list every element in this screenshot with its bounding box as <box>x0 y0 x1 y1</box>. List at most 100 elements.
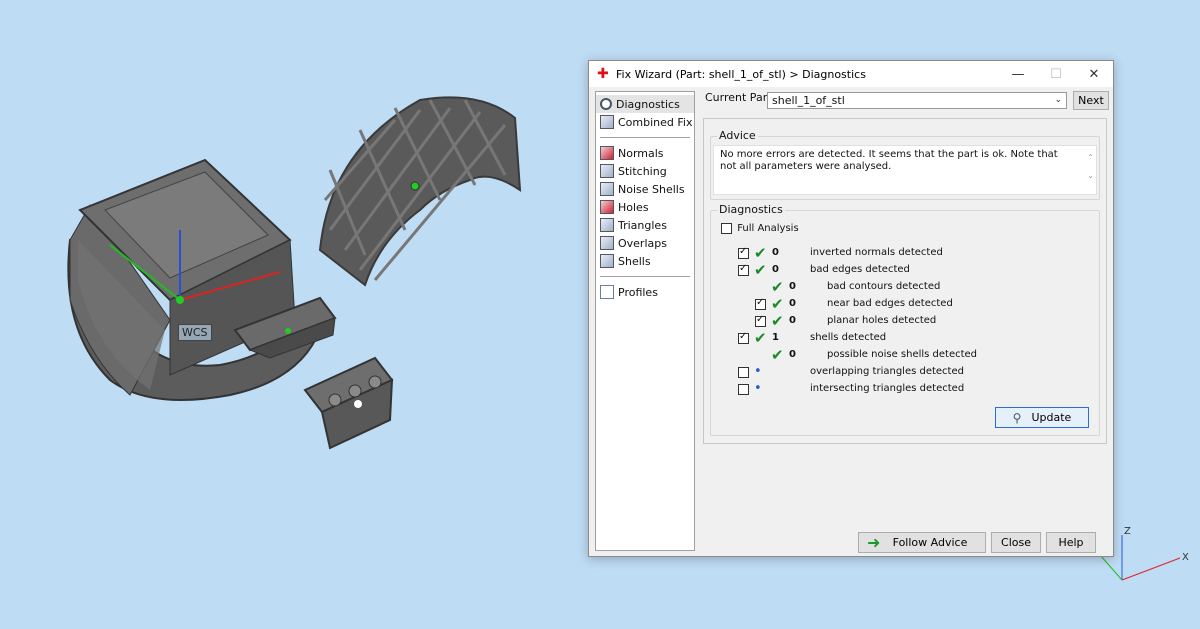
full-analysis-checkbox[interactable] <box>721 223 732 234</box>
fix-wizard-dialog: ✚ Fix Wizard (Part: shell_1_of_stl) > Di… <box>588 60 1114 557</box>
sidebar-item-overlaps[interactable]: Overlaps <box>596 234 694 252</box>
close-window-button[interactable]: ✕ <box>1075 61 1113 87</box>
red-cross-icon: ✚ <box>597 66 609 82</box>
diagnostic-checkbox[interactable] <box>738 331 749 344</box>
sidebar-item-triangles[interactable]: Triangles <box>596 216 694 234</box>
sidebar-item-profiles[interactable]: Profiles <box>596 283 694 301</box>
diagnostic-row: ✔ 0 bad edges detected <box>711 261 1101 279</box>
advice-title: Advice <box>717 129 758 142</box>
setting-block-part <box>303 356 394 450</box>
diagnostics-panel: Advice No more errors are detected. It s… <box>703 118 1107 444</box>
cube-icon <box>600 182 614 196</box>
follow-advice-label: Follow Advice <box>892 536 968 549</box>
diagnostic-label: bad edges detected <box>810 264 910 275</box>
advice-group: Advice No more errors are detected. It s… <box>710 129 1100 200</box>
check-icon: ✔ <box>754 261 767 279</box>
advice-text-box[interactable]: No more errors are detected. It seems th… <box>713 145 1097 195</box>
diagnostic-label: bad contours detected <box>827 281 941 292</box>
advice-text: No more errors are detected. It seems th… <box>720 149 1058 172</box>
wizard-sidebar: Diagnostics Combined Fix Normals Stitchi… <box>595 91 695 551</box>
sidebar-item-label: Holes <box>618 200 649 214</box>
diagnostic-checkbox[interactable] <box>738 384 749 395</box>
sidebar-item-label: Diagnostics <box>616 97 680 111</box>
diagnostic-count: 0 <box>772 264 779 275</box>
diagnostic-row: ✔ 0 inverted normals detected <box>711 244 1101 262</box>
x-axis-label: X <box>1182 552 1189 563</box>
diagnostic-label: planar holes detected <box>827 315 937 326</box>
signet-ring-part <box>67 158 322 401</box>
diagnostic-count: 0 <box>789 349 796 360</box>
sidebar-item-combined-fix[interactable]: Combined Fix <box>596 113 694 131</box>
sidebar-item-label: Stitching <box>618 164 667 178</box>
sidebar-item-label: Shells <box>618 254 651 268</box>
sidebar-item-label: Triangles <box>618 218 667 232</box>
sidebar-item-diagnostics[interactable]: Diagnostics <box>596 95 694 113</box>
diagnostic-row: ✔ 0 possible noise shells detected <box>711 346 1101 364</box>
full-analysis-option[interactable]: Full Analysis <box>721 223 799 235</box>
sidebar-item-label: Noise Shells <box>618 182 685 196</box>
diagnostics-title: Diagnostics <box>717 203 785 216</box>
search-icon: ⚲ <box>1012 410 1022 425</box>
cube-icon <box>600 218 614 232</box>
diagnostic-checkbox[interactable] <box>738 246 749 259</box>
sidebar-item-label: Profiles <box>618 285 658 299</box>
sidebar-item-holes[interactable]: Holes <box>596 198 694 216</box>
check-icon: ✔ <box>754 329 767 347</box>
maximize-button[interactable]: ☐ <box>1037 61 1075 87</box>
diagnostic-row: ✔ 0 planar holes detected <box>711 312 1101 330</box>
diagnostic-count: 0 <box>789 315 796 326</box>
diagnostic-label: intersecting triangles detected <box>810 383 965 394</box>
z-axis-label: Z <box>1124 526 1131 537</box>
sidebar-item-stitching[interactable]: Stitching <box>596 162 694 180</box>
sidebar-item-label: Combined Fix <box>618 115 693 129</box>
dialog-title: Fix Wizard (Part: shell_1_of_stl) > Diag… <box>616 67 866 81</box>
sidebar-item-label: Overlaps <box>618 236 667 250</box>
minimize-button[interactable]: — <box>999 61 1037 87</box>
check-icon: ✔ <box>771 295 784 313</box>
update-button[interactable]: ⚲ Update <box>995 407 1089 428</box>
diagnostics-group: Diagnostics Full Analysis ✔ 0 inverted nor… <box>710 203 1101 436</box>
diagnostic-checkbox[interactable] <box>755 314 766 327</box>
diagnostic-checkbox[interactable] <box>738 367 749 378</box>
pending-dot-icon: • <box>754 364 762 379</box>
sidebar-item-normals[interactable]: Normals <box>596 144 694 162</box>
cube-icon <box>600 115 614 129</box>
next-button[interactable]: Next <box>1073 91 1109 110</box>
diagnostic-count: 1 <box>772 332 779 343</box>
full-analysis-label: Full Analysis <box>737 223 799 234</box>
diagnostic-count: 0 <box>789 298 796 309</box>
cube-icon <box>600 164 614 178</box>
diagnostic-label: shells detected <box>810 332 887 343</box>
sidebar-item-noise-shells[interactable]: Noise Shells <box>596 180 694 198</box>
sidebar-item-label: Normals <box>618 146 664 160</box>
arrow-right-icon: ➜ <box>867 533 881 552</box>
check-icon: ✔ <box>754 244 767 262</box>
diagnostic-count: 0 <box>789 281 796 292</box>
diagnostic-row: ✔ 0 bad contours detected <box>711 278 1101 296</box>
help-button[interactable]: Help <box>1046 532 1096 553</box>
advice-scrollbar[interactable]: ⌃ ⌄ <box>1087 149 1094 185</box>
diagnostic-label: near bad edges detected <box>827 298 953 309</box>
title-bar[interactable]: ✚ Fix Wizard (Part: shell_1_of_stl) > Di… <box>589 61 1113 87</box>
chevron-down-icon: ⌄ <box>1054 95 1062 105</box>
diagnostic-row: ✔ 1 shells detected <box>711 329 1101 347</box>
diagnostic-count: 0 <box>772 247 779 258</box>
diagnostic-checkbox[interactable] <box>755 297 766 310</box>
cube-icon <box>600 146 614 160</box>
sidebar-divider <box>600 276 690 277</box>
lattice-band-part <box>318 96 522 287</box>
cube-icon <box>600 200 614 214</box>
close-button[interactable]: Close <box>991 532 1041 553</box>
sidebar-item-shells[interactable]: Shells <box>596 252 694 270</box>
current-part-select[interactable]: shell_1_of_stl ⌄ <box>767 92 1067 109</box>
diagnostic-row: ✔ 0 near bad edges detected <box>711 295 1101 313</box>
follow-advice-button[interactable]: ➜ Follow Advice <box>858 532 986 553</box>
update-button-label: Update <box>1031 411 1072 424</box>
cube-icon <box>600 236 614 250</box>
document-icon <box>600 285 614 299</box>
diagnostic-label: overlapping triangles detected <box>810 366 964 377</box>
pending-dot-icon: • <box>754 381 762 396</box>
current-part-label: Current Part: <box>705 91 776 104</box>
diagnostic-checkbox[interactable] <box>738 263 749 276</box>
current-part-value: shell_1_of_stl <box>772 94 845 107</box>
